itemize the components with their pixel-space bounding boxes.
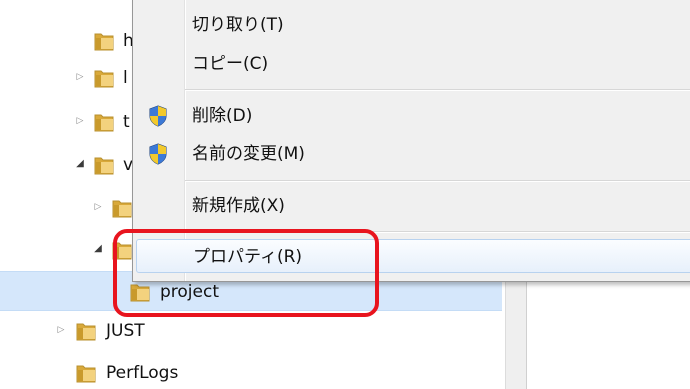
tree-item-label: t <box>123 112 130 132</box>
collapse-arrow-icon[interactable]: ◢ <box>92 243 104 255</box>
tree-item-label: l <box>123 68 128 88</box>
uac-shield-icon <box>149 143 167 165</box>
expand-arrow-icon[interactable]: ▷ <box>92 201 104 213</box>
menu-item-label: 名前の変更(M) <box>192 144 305 164</box>
uac-shield-icon <box>149 105 167 127</box>
menu-item-copy[interactable]: コピー(C) <box>136 48 690 80</box>
menu-item-label: コピー(C) <box>192 54 269 74</box>
menu-item-label: 新規作成(X) <box>192 196 285 216</box>
menu-item-cut[interactable]: 切り取り(T) <box>136 9 690 41</box>
folder-icon <box>76 323 96 341</box>
folder-icon <box>94 114 114 132</box>
menu-item-new[interactable]: 新規作成(X) <box>136 190 690 222</box>
tree-item-just[interactable]: ▷ JUST <box>0 311 505 351</box>
folder-icon <box>76 365 96 383</box>
folder-icon <box>94 157 114 175</box>
menu-item-label: 削除(D) <box>192 106 253 126</box>
tree-item-label: JUST <box>106 321 145 341</box>
folder-icon <box>94 33 114 51</box>
expand-arrow-icon[interactable]: ▷ <box>74 115 86 127</box>
menu-item-rename[interactable]: 名前の変更(M) <box>136 138 690 170</box>
highlight-annotation <box>113 229 379 317</box>
menu-item-label: 切り取り(T) <box>192 15 284 35</box>
menu-separator <box>185 89 690 91</box>
tree-item-label: PerfLogs <box>106 363 179 383</box>
expand-arrow-icon[interactable]: ▷ <box>55 324 67 336</box>
menu-separator <box>185 180 690 182</box>
explorer-window: h ▷ l ▷ t ◢ v ▷ ◢ project ▷ JUST PerfLog… <box>0 0 690 389</box>
expand-arrow-icon[interactable]: ▷ <box>74 71 86 83</box>
folder-icon <box>88 0 110 1</box>
folder-icon <box>94 70 114 88</box>
folder-icon <box>112 200 132 218</box>
tree-item-perflogs[interactable]: PerfLogs <box>0 353 505 389</box>
menu-item-delete[interactable]: 削除(D) <box>136 100 690 132</box>
collapse-arrow-icon[interactable]: ◢ <box>74 158 86 170</box>
